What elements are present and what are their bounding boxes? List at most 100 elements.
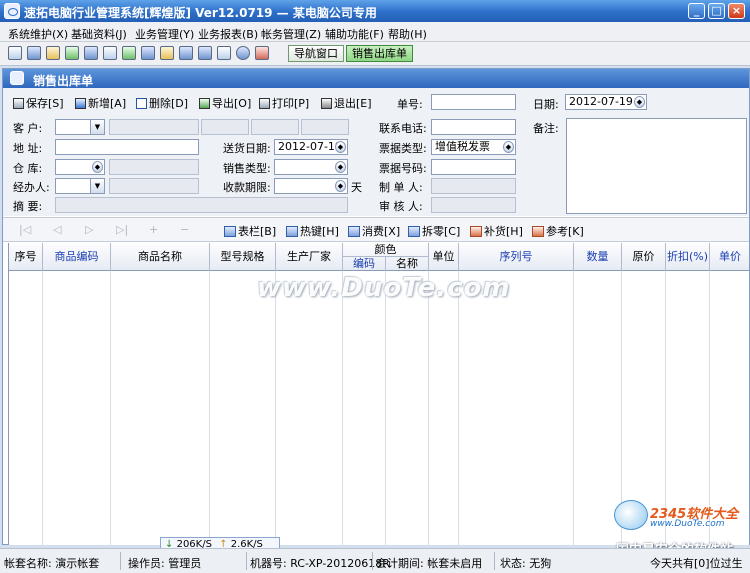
col-serial[interactable]: 序列号 [459, 243, 574, 271]
col-color-group[interactable]: 颜色 [343, 243, 429, 257]
col-color-code[interactable]: 编码 [343, 257, 386, 271]
customer-select[interactable]: ▼ [55, 119, 105, 135]
address-field[interactable] [55, 139, 199, 155]
export-label: 导出[O] [212, 97, 252, 110]
split-label: 拆零[C] [422, 225, 461, 238]
delivery-date-field[interactable]: 2012-07-19 ◆ [274, 139, 348, 155]
reference-button[interactable]: 参考[K] [532, 223, 584, 239]
calculator-icon[interactable] [179, 46, 193, 60]
menu-system[interactable]: 系统维护(X) [8, 26, 68, 42]
customer-detail-field-2 [201, 119, 249, 135]
col-quantity[interactable]: 数量 [574, 243, 622, 271]
sales-type-select[interactable]: ◆ [274, 159, 348, 175]
sales-type-dropdown-icon[interactable]: ◆ [335, 161, 346, 173]
invoice-type-value: 增值税发票 [435, 140, 490, 153]
col-color-name[interactable]: 名称 [386, 257, 429, 271]
minimize-button[interactable]: _ [688, 3, 705, 19]
maximize-button[interactable]: □ [708, 3, 725, 19]
warehouse-select[interactable]: ◆ [55, 159, 105, 175]
add-button[interactable]: 新增[A] [75, 95, 126, 111]
table-icon[interactable] [46, 46, 60, 60]
printer-icon[interactable] [217, 46, 231, 60]
sales-type-label: 销售类型: [223, 162, 271, 175]
users-icon[interactable] [122, 46, 136, 60]
col-item-code[interactable]: 商品编码 [43, 243, 111, 271]
col-unit-price[interactable]: 单价 [710, 243, 749, 271]
col-discount[interactable]: 折扣(%) [666, 243, 710, 271]
exit-label: 退出[E] [334, 97, 372, 110]
cart-icon[interactable] [141, 46, 155, 60]
menu-business[interactable]: 业务管理(Y) [135, 26, 194, 42]
add-record-icon[interactable]: + [149, 223, 158, 236]
payment-term-spin-icon[interactable]: ◆ [335, 180, 346, 192]
consume-button[interactable]: 消费[X] [348, 223, 400, 239]
handler-select[interactable]: ▼ [55, 178, 105, 194]
last-record-icon[interactable]: ▷| [116, 223, 128, 236]
delete-record-icon[interactable]: − [180, 223, 189, 236]
first-record-icon[interactable]: |◁ [19, 223, 31, 236]
warehouse-dropdown-icon[interactable]: ◆ [92, 161, 103, 173]
window-title: 速拓电脑行业管理系统[辉煌版] Ver12.0719 — 某电脑公司专用 [24, 6, 377, 20]
restock-icon [470, 226, 482, 237]
remark-textarea[interactable] [566, 118, 747, 214]
doc-icon [10, 71, 24, 85]
delivery-date-picker-icon[interactable]: ◆ [335, 141, 346, 153]
invoice-type-dropdown-icon[interactable]: ◆ [503, 141, 514, 153]
customer-detail-field [109, 119, 199, 135]
print-label: 打印[P] [272, 97, 310, 110]
grid-icon[interactable] [65, 46, 79, 60]
maker-label: 制 单 人: [379, 181, 423, 194]
table-icon [224, 226, 236, 237]
reference-icon [532, 226, 544, 237]
window-icon[interactable] [8, 46, 22, 60]
status-dongle: 状态: 无狗 [500, 557, 552, 570]
col-unit[interactable]: 单位 [429, 243, 459, 271]
col-original-price[interactable]: 原价 [622, 243, 666, 271]
close-button[interactable]: × [728, 3, 745, 19]
menu-reports[interactable]: 业务报表(B) [198, 26, 258, 42]
handler-dropdown-icon[interactable]: ▼ [90, 179, 104, 193]
col-item-name[interactable]: 商品名称 [111, 243, 210, 271]
document-icon[interactable] [103, 46, 117, 60]
phone-label: 联系电话: [379, 122, 427, 135]
printer-icon [259, 98, 270, 109]
help-icon[interactable] [236, 46, 250, 60]
hotkey-button[interactable]: 热键[H] [286, 223, 339, 239]
doc-no-label: 单号: [397, 98, 423, 111]
doc-no-field[interactable] [431, 94, 516, 110]
save-button[interactable]: 保存[S] [13, 95, 64, 111]
nav-window-button[interactable]: 导航窗口 [288, 45, 344, 62]
save-label: 保存[S] [26, 97, 64, 110]
payment-term-field[interactable]: ◆ [274, 178, 348, 194]
computer-icon[interactable] [84, 46, 98, 60]
col-seq[interactable]: 序号 [9, 243, 43, 271]
phone-field[interactable] [431, 119, 516, 135]
dropdown-arrow-icon[interactable]: ▼ [90, 120, 104, 134]
exit-button[interactable]: 退出[E] [321, 95, 372, 111]
menu-accounts[interactable]: 帐务管理(Z) [261, 26, 321, 42]
folder-icon[interactable] [160, 46, 174, 60]
invoice-type-select[interactable]: 增值税发票 ◆ [431, 139, 516, 155]
disk-icon[interactable] [198, 46, 212, 60]
menu-help[interactable]: 帮助(H) [388, 26, 427, 42]
summary-field[interactable] [55, 197, 348, 213]
sales-out-tab-button[interactable]: 销售出库单 [346, 45, 413, 62]
monitor-icon[interactable] [27, 46, 41, 60]
menu-basic-data[interactable]: 基础资料(J) [71, 26, 127, 42]
exit-icon[interactable] [255, 46, 269, 60]
split-button[interactable]: 拆零[C] [408, 223, 460, 239]
export-button[interactable]: 导出[O] [199, 95, 251, 111]
date-field[interactable]: 2012-07-19 ◆ [565, 94, 647, 110]
next-record-icon[interactable]: ▷ [85, 223, 93, 236]
delivery-date-label: 送货日期: [223, 142, 271, 155]
print-button[interactable]: 打印[P] [259, 95, 309, 111]
col-manufacturer[interactable]: 生产厂家 [276, 243, 343, 271]
restock-button[interactable]: 补货[H] [470, 223, 523, 239]
menu-tools[interactable]: 辅助功能(F) [325, 26, 384, 42]
prev-record-icon[interactable]: ◁ [53, 223, 61, 236]
date-picker-icon[interactable]: ◆ [634, 96, 645, 108]
columns-button[interactable]: 表栏[B] [224, 223, 276, 239]
col-model[interactable]: 型号规格 [210, 243, 276, 271]
delete-button[interactable]: 删除[D] [136, 95, 188, 111]
invoice-no-field[interactable] [431, 159, 516, 175]
